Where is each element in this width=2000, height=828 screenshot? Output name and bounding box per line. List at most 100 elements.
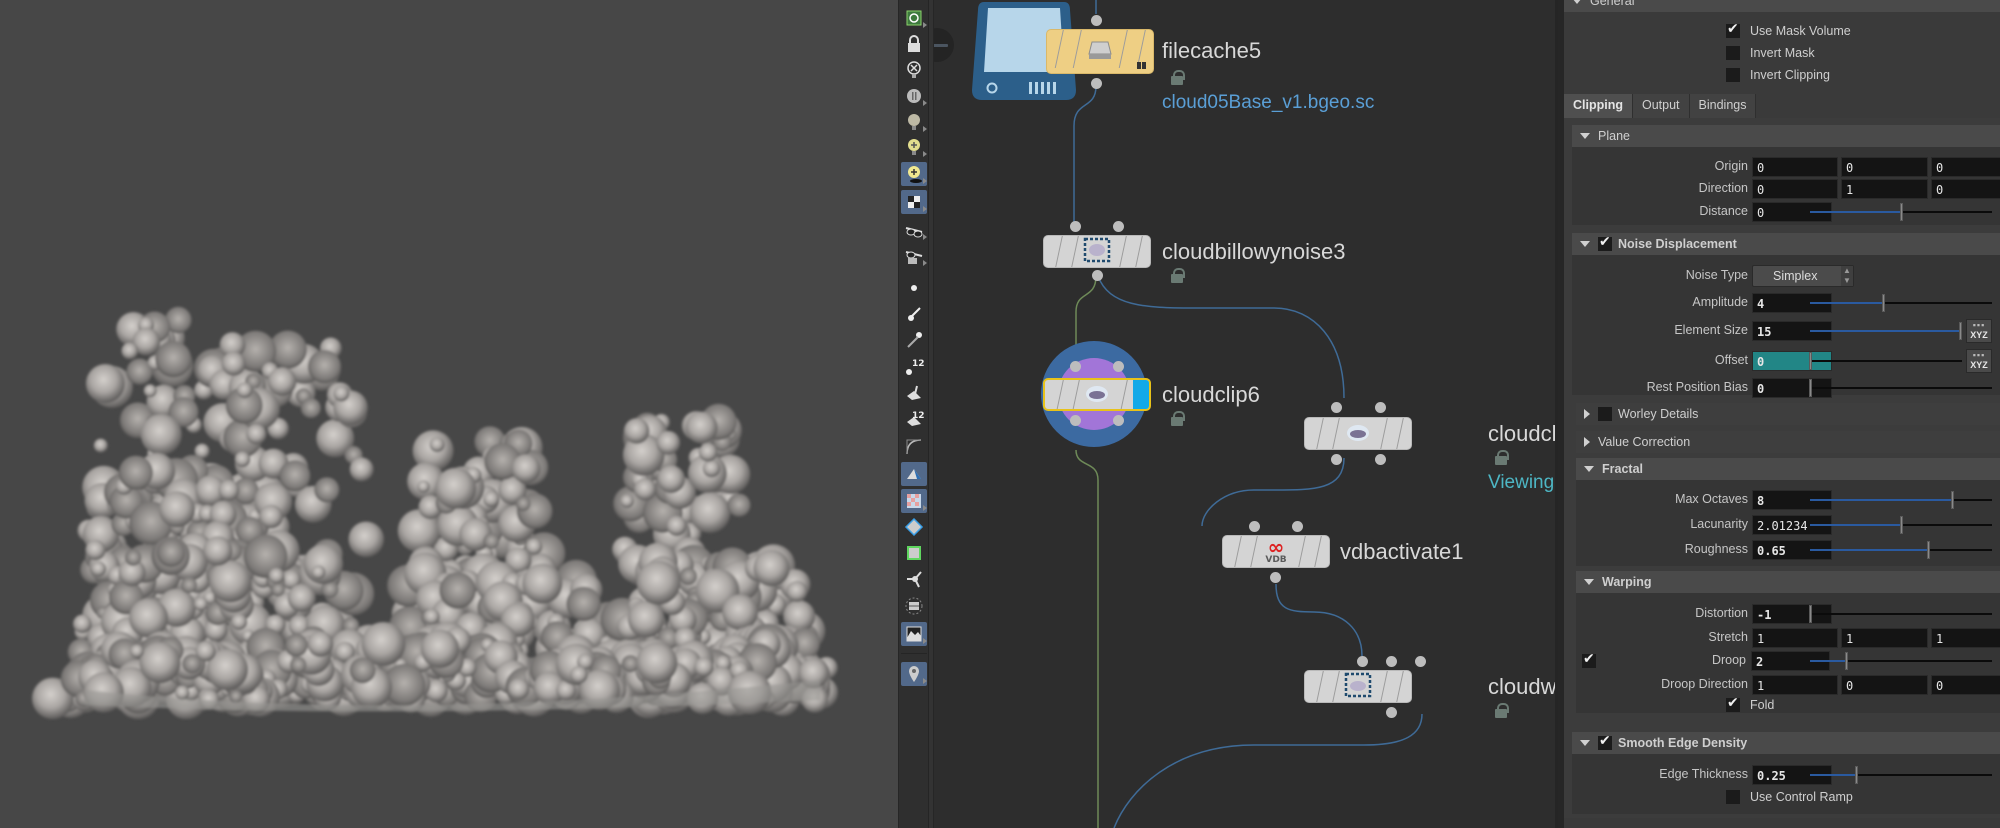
- noise-type-menu[interactable]: Simplex ▲ ▼: [1752, 265, 1854, 287]
- slider-handle[interactable]: [1845, 652, 1849, 670]
- tab-output[interactable]: Output: [1633, 94, 1690, 118]
- input-port[interactable]: [1375, 402, 1386, 413]
- network-editor[interactable]: filecache5 cloud05Base_v1.bgeo.sc cloudb…: [934, 0, 1558, 828]
- slider-handle[interactable]: [1900, 516, 1903, 534]
- stretch-x-field[interactable]: 1: [1752, 628, 1838, 648]
- input-port[interactable]: [1357, 656, 1368, 667]
- slider-handle[interactable]: [1927, 541, 1931, 559]
- toolbar-button[interactable]: [901, 381, 927, 405]
- toolbar-button[interactable]: [901, 218, 927, 242]
- lock-icon[interactable]: [1494, 703, 1509, 719]
- smooth-edge-density-enable[interactable]: [1598, 733, 1612, 750]
- checkbox[interactable]: [1726, 68, 1740, 82]
- toolbar-button[interactable]: [901, 110, 927, 134]
- droop-direction-y-field[interactable]: 0: [1841, 675, 1928, 695]
- use-mask-volume-toggle[interactable]: Use Mask Volume: [1726, 21, 1851, 38]
- lock-icon[interactable]: [1170, 411, 1185, 427]
- droop-direction-x-field[interactable]: 1: [1752, 675, 1838, 695]
- slider-handle[interactable]: [1809, 379, 1812, 397]
- folder-general[interactable]: General: [1564, 0, 2000, 12]
- toolbar-button[interactable]: [901, 489, 927, 513]
- distortion-slider[interactable]: [1809, 605, 1992, 623]
- toolbar-button[interactable]: [901, 622, 927, 646]
- lock-icon[interactable]: [1494, 450, 1509, 466]
- toolbar-button[interactable]: [901, 244, 927, 268]
- fold-toggle[interactable]: Fold: [1726, 695, 1774, 712]
- toolbar-button[interactable]: [901, 515, 927, 539]
- lacunarity-slider[interactable]: [1810, 516, 1992, 534]
- rest-position-bias-slider[interactable]: [1809, 379, 1992, 397]
- node-cloudclip6[interactable]: [1043, 378, 1151, 411]
- checkbox[interactable]: [1726, 21, 1740, 38]
- toolbar-button[interactable]: [901, 435, 927, 459]
- input-port[interactable]: [1292, 521, 1303, 532]
- checkbox[interactable]: [1726, 790, 1740, 804]
- output-port[interactable]: [1270, 572, 1281, 583]
- node-cloudbillowynoise3[interactable]: [1043, 235, 1151, 268]
- slider-handle[interactable]: [1854, 766, 1858, 784]
- folder-smooth-edge-density[interactable]: Smooth Edge Density: [1572, 732, 2000, 754]
- tab-bindings[interactable]: Bindings: [1689, 94, 1757, 118]
- element-size-slider[interactable]: [1810, 322, 1962, 340]
- folder-plane[interactable]: Plane: [1572, 125, 2000, 147]
- droop-direction-z-field[interactable]: 0: [1931, 675, 2000, 695]
- node-filecache5[interactable]: [1046, 29, 1154, 74]
- node-cloudw[interactable]: [1304, 670, 1412, 703]
- roughness-slider[interactable]: [1810, 541, 1992, 559]
- toolbar-button[interactable]: [901, 276, 927, 300]
- offset-slider[interactable]: [1809, 352, 1962, 370]
- toolbar-button[interactable]: [901, 302, 927, 326]
- stretch-y-field[interactable]: 1: [1841, 628, 1928, 648]
- origin-y-field[interactable]: 0: [1841, 157, 1928, 177]
- slider-handle[interactable]: [1809, 352, 1812, 370]
- toolbar-button[interactable]: [901, 135, 927, 159]
- invert-clipping-toggle[interactable]: Invert Clipping: [1726, 68, 1830, 82]
- output-port[interactable]: [1331, 454, 1342, 465]
- input-port[interactable]: [1091, 15, 1102, 26]
- use-control-ramp-toggle[interactable]: Use Control Ramp: [1726, 790, 1853, 804]
- toolbar-button[interactable]: 12: [901, 355, 927, 379]
- toolbar-button[interactable]: [901, 84, 927, 108]
- stretch-z-field[interactable]: 1: [1931, 628, 2000, 648]
- toolbar-button[interactable]: [901, 58, 927, 82]
- output-port[interactable]: [1375, 454, 1386, 465]
- slider-handle[interactable]: [1900, 203, 1903, 221]
- node-cloudclip-viewing[interactable]: [1304, 417, 1412, 450]
- folder-value-correction[interactable]: Value Correction: [1576, 431, 2000, 453]
- toolbar-button[interactable]: [901, 328, 927, 352]
- max-octaves-slider[interactable]: [1810, 491, 1992, 509]
- input-port[interactable]: [1070, 221, 1081, 232]
- folder-worley-details[interactable]: Worley Details: [1576, 403, 2000, 425]
- distance-slider[interactable]: [1810, 203, 1992, 221]
- direction-y-field[interactable]: 1: [1841, 179, 1928, 199]
- toolbar-button[interactable]: [901, 32, 927, 56]
- amplitude-slider[interactable]: [1810, 294, 1992, 312]
- output-port[interactable]: [1091, 78, 1102, 89]
- noise-displacement-enable[interactable]: [1598, 234, 1612, 251]
- node-vdbactivate1[interactable]: ∞ VDB: [1222, 535, 1330, 568]
- toolbar-button[interactable]: [901, 190, 927, 214]
- slider-handle[interactable]: [1809, 605, 1812, 623]
- slider-handle[interactable]: [1881, 294, 1885, 312]
- toolbar-button[interactable]: [901, 594, 927, 618]
- slider-handle[interactable]: [1950, 491, 1954, 509]
- lock-icon[interactable]: [1170, 268, 1185, 284]
- input-port[interactable]: [1113, 221, 1124, 232]
- output-port[interactable]: [1113, 415, 1124, 426]
- input-port[interactable]: [1331, 402, 1342, 413]
- invert-mask-toggle[interactable]: Invert Mask: [1726, 46, 1815, 60]
- scene-viewport[interactable]: [0, 0, 898, 828]
- origin-x-field[interactable]: 0: [1752, 157, 1838, 177]
- droop-slider[interactable]: [1810, 652, 1992, 670]
- folder-noise-displacement[interactable]: Noise Displacement: [1572, 233, 2000, 255]
- droop-enable[interactable]: [1582, 651, 1596, 668]
- input-port[interactable]: [1249, 521, 1260, 532]
- xyz-vector-toggle[interactable]: XYZ: [1966, 340, 1992, 373]
- folder-warping[interactable]: Warping: [1576, 571, 2000, 593]
- origin-z-field[interactable]: 0: [1931, 157, 2000, 177]
- worley-details-enable[interactable]: [1598, 407, 1612, 421]
- direction-x-field[interactable]: 0: [1752, 179, 1838, 199]
- direction-z-field[interactable]: 0: [1931, 179, 2000, 199]
- toolbar-button[interactable]: 12: [901, 407, 927, 431]
- display-flag[interactable]: [1133, 380, 1149, 409]
